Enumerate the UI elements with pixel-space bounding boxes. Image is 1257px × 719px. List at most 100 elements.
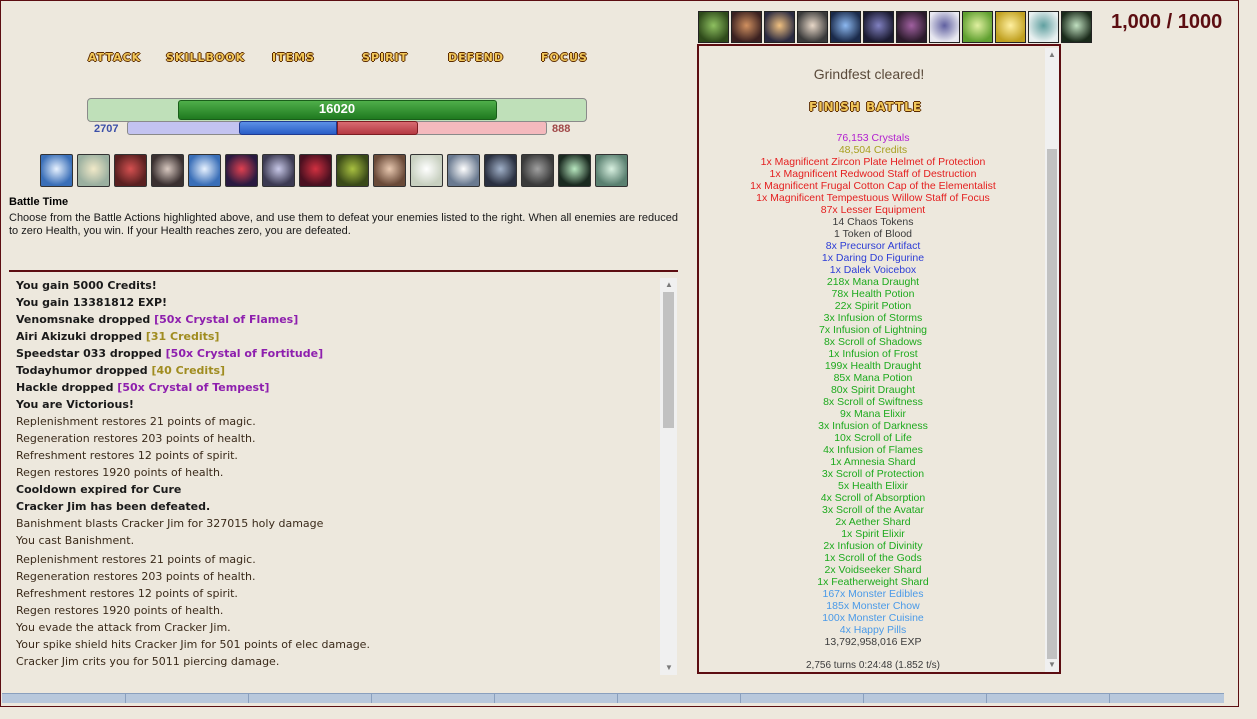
claw-icon[interactable] (373, 154, 406, 187)
drop-item: 3x Infusion of Storms (823, 312, 923, 324)
bottom-bar-segment (494, 694, 495, 703)
log-entry: Hackle dropped [50x Crystal of Tempest] (16, 381, 269, 394)
shadow-icon[interactable] (896, 11, 927, 43)
drop-item: 1x Magnificent Zircon Plate Helmet of Pr… (760, 156, 986, 168)
ghost-icon[interactable] (447, 154, 480, 187)
monk-icon[interactable] (521, 154, 554, 187)
defend-button[interactable]: DEFEND (448, 51, 504, 64)
drop-item: 5x Health Elixir (837, 480, 909, 492)
log-entry: Cracker Jim crits you for 5011 piercing … (16, 655, 280, 668)
health-value: 16020 (318, 101, 356, 116)
finish-battle-button[interactable]: FINISH BATTLE (809, 100, 922, 114)
result-scrollbar[interactable]: ▲ ▼ (1045, 48, 1059, 672)
log-entry: Todayhumor dropped [40 Credits] (16, 364, 225, 377)
health-bar: 16020 (87, 98, 587, 122)
bottom-bar (2, 693, 1224, 703)
log-entry: You cast Banishment. (16, 534, 135, 547)
wraith-icon[interactable] (262, 154, 295, 187)
mist-icon[interactable] (410, 154, 443, 187)
focus-button[interactable]: FOCUS (541, 51, 588, 64)
skillbook-button[interactable]: SKILLBOOK (166, 51, 245, 64)
scrollbar-thumb[interactable] (663, 292, 674, 428)
spirit-bar-fill (337, 121, 418, 135)
drop-item: 1x Dalek Voicebox (829, 264, 917, 276)
shield-face-icon[interactable] (40, 154, 73, 187)
drop-item: 1x Magnificent Tempestuous Willow Staff … (756, 192, 990, 204)
drop-item: 4x Happy Pills (839, 624, 907, 636)
cleared-message: Grindfest cleared! (813, 66, 925, 82)
log-entry-item: [50x Crystal of Fortitude] (165, 347, 324, 360)
drop-item: 1 Token of Blood (833, 228, 913, 240)
skull-icon[interactable] (151, 154, 184, 187)
drop-item: 4x Scroll of Absorption (820, 492, 926, 504)
magic-value: 2707 (94, 123, 119, 135)
cross-icon[interactable] (558, 154, 591, 187)
drop-item: 1x Magnificent Frugal Cotton Cap of the … (750, 180, 996, 192)
scroll-down-icon[interactable]: ▼ (665, 663, 673, 672)
fire-icon[interactable] (225, 154, 258, 187)
drop-item: 87x Lesser Equipment (820, 204, 926, 216)
wing-icon[interactable] (595, 154, 628, 187)
bottom-bar-segment (1109, 694, 1110, 703)
log-entry: Banishment blasts Cracker Jim for 327015… (16, 517, 324, 530)
battle-result-panel: Grindfest cleared! FINISH BATTLE 76,153 … (697, 44, 1061, 674)
drop-item: 3x Infusion of Darkness (818, 420, 928, 432)
scrollbar-thumb[interactable] (1047, 149, 1057, 659)
drop-item: 1x Featherweight Shard (817, 576, 929, 588)
drop-item: 2x Aether Shard (835, 516, 911, 528)
items-button[interactable]: ITEMS (272, 51, 315, 64)
rune-icon[interactable] (929, 11, 960, 43)
log-entry: Cracker Jim has been defeated. (16, 500, 211, 513)
scroll-down-icon[interactable]: ▼ (1048, 660, 1056, 669)
battle-log: You gain 5000 Credits! You gain 13381812 … (9, 270, 678, 677)
log-entry: You are Victorious! (16, 398, 134, 411)
frost-sprite-icon[interactable] (1028, 11, 1059, 43)
log-entry: Regeneration restores 203 points of heal… (16, 432, 256, 445)
attack-button[interactable]: ATTACK (88, 51, 141, 64)
log-entry-text: Hackle dropped (16, 381, 118, 394)
drop-item: 7x Infusion of Lightning (819, 324, 927, 336)
battle-actions: ATTACK SKILLBOOK ITEMS SPIRIT DEFEND FOC… (86, 51, 626, 67)
log-entry-item: [50x Crystal of Flames] (154, 313, 299, 326)
drop-item: 3x Scroll of the Avatar (822, 504, 924, 516)
bottom-bar-segment (986, 694, 987, 703)
scroll-up-icon[interactable]: ▲ (665, 280, 673, 289)
drop-item: 8x Precursor Artifact (825, 240, 921, 252)
reaper-icon[interactable] (797, 11, 828, 43)
drop-item: 10x Scroll of Life (834, 432, 912, 444)
drop-item: 2x Infusion of Divinity (823, 540, 923, 552)
emerald-icon[interactable] (962, 11, 993, 43)
sun-rune-icon[interactable] (995, 11, 1026, 43)
drop-item: 218x Mana Draught (826, 276, 920, 288)
battle-time-description: Choose from the Battle Actions highlight… (9, 212, 678, 237)
nature-icon[interactable] (336, 154, 369, 187)
log-entry-text: Airi Akizuki dropped (16, 330, 146, 343)
spirit-button[interactable]: SPIRIT (362, 51, 408, 64)
bottom-bar-segment (740, 694, 741, 703)
drop-item: 1x Spirit Elixir (841, 528, 905, 540)
horned-icon[interactable] (731, 11, 762, 43)
ice-witch-icon[interactable] (830, 11, 861, 43)
blade-icon[interactable] (77, 154, 110, 187)
cross-rune-icon[interactable] (1061, 11, 1092, 43)
bottom-bar-segment (248, 694, 249, 703)
drop-item: 13,792,958,016 EXP (824, 636, 922, 648)
log-entry: Airi Akizuki dropped [31 Credits] (16, 330, 219, 343)
demon-icon[interactable] (114, 154, 147, 187)
drop-item: 1x Magnificent Redwood Staff of Destruct… (769, 168, 977, 180)
drop-item: 76,153 Crystals (836, 132, 910, 144)
frost-face-icon[interactable] (188, 154, 221, 187)
flame-burst-icon[interactable] (764, 11, 795, 43)
scroll-up-icon[interactable]: ▲ (1048, 50, 1056, 59)
bottom-bar-segment (371, 694, 372, 703)
log-entry: Regen restores 1920 points of health. (16, 604, 224, 617)
battle-log-scrollbar[interactable]: ▲ ▼ (660, 278, 677, 675)
hooded-icon[interactable] (484, 154, 517, 187)
log-entry: You gain 13381812 EXP! (16, 296, 168, 309)
venom-icon[interactable] (698, 11, 729, 43)
log-entry-item: [50x Crystal of Tempest] (117, 381, 270, 394)
dark-knight-icon[interactable] (863, 11, 894, 43)
blood-mage-icon[interactable] (299, 154, 332, 187)
log-entry: Replenishment restores 21 points of magi… (16, 415, 256, 428)
drop-list: 76,153 Crystals 48,504 Credits 1x Magnific… (699, 132, 1047, 648)
